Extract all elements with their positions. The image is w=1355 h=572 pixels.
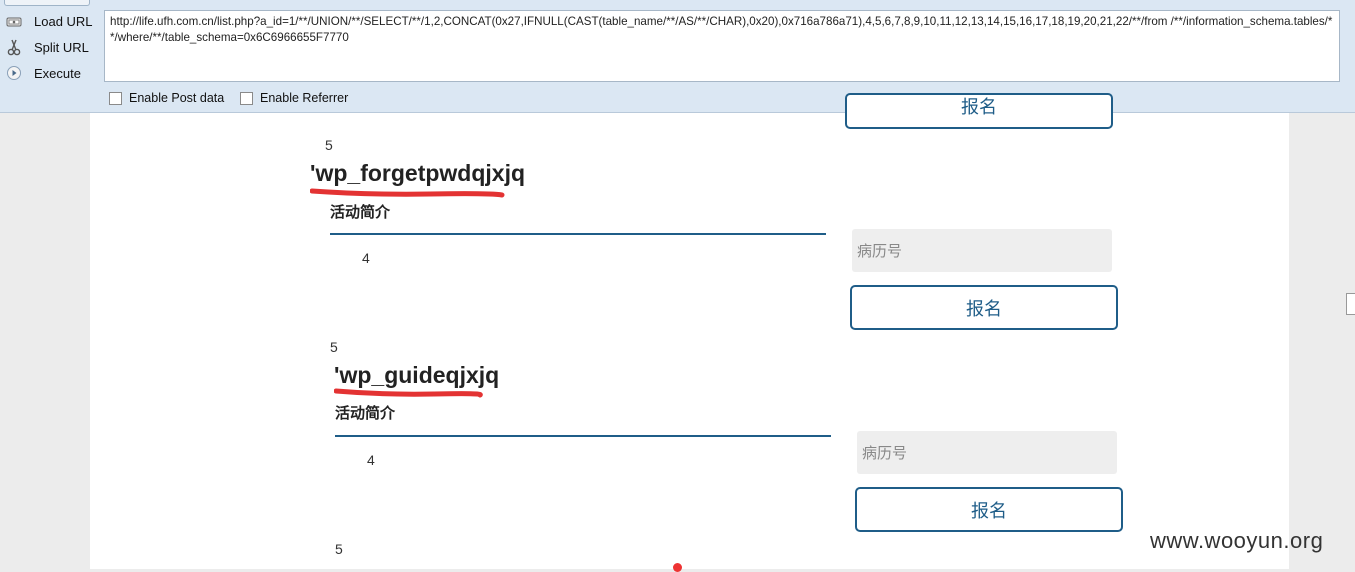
checkbox-box[interactable] xyxy=(240,91,253,105)
signup-button-label: 报名 xyxy=(971,500,1007,522)
signup-button[interactable]: 报名 xyxy=(855,487,1123,532)
enable-referrer-checkbox[interactable]: Enable Referrer xyxy=(240,91,348,105)
checkbox-box[interactable] xyxy=(109,91,122,105)
web-page: 报名 5 'wp_forgetpwdqjxjq 活动简介 4 病历号 报名 5 … xyxy=(90,93,1289,569)
execute-label: Execute xyxy=(34,65,81,81)
watermark: www.wooyun.org xyxy=(1150,528,1324,553)
enable-post-label: Enable Post data xyxy=(129,91,225,105)
item-title[interactable]: 'wp_guideqjxjq xyxy=(334,362,499,389)
hackbar-toolbar: Load URL Split URL Execute http://life.u… xyxy=(0,0,1355,113)
red-annotation-mark xyxy=(673,563,682,572)
signup-button-label: 报名 xyxy=(966,298,1002,320)
load-url-icon xyxy=(5,12,23,30)
execute-button[interactable]: Execute xyxy=(2,61,98,85)
divider-line xyxy=(335,435,831,437)
split-url-button[interactable]: Split URL xyxy=(2,35,98,59)
record-number-input[interactable]: 病历号 xyxy=(852,229,1112,272)
item-subtitle: 活动简介 xyxy=(335,404,396,422)
item-subtitle: 活动简介 xyxy=(330,203,391,221)
record-number-placeholder: 病历号 xyxy=(862,444,908,462)
enable-post-checkbox[interactable]: Enable Post data xyxy=(109,91,224,105)
divider-line xyxy=(330,233,826,235)
record-number-placeholder: 病历号 xyxy=(857,242,903,260)
item-title[interactable]: 'wp_forgetpwdqjxjq xyxy=(310,160,525,187)
scissors-icon xyxy=(5,38,23,56)
enable-referrer-label: Enable Referrer xyxy=(260,91,349,105)
toolbar-tab-edge xyxy=(4,0,90,6)
item-count: 4 xyxy=(367,452,375,468)
red-annotation-underline xyxy=(310,188,505,198)
record-number-input[interactable]: 病历号 xyxy=(857,431,1117,474)
item-count: 4 xyxy=(362,250,370,266)
item-number: 5 xyxy=(330,339,338,355)
split-url-label: Split URL xyxy=(34,39,89,55)
load-url-button[interactable]: Load URL xyxy=(2,9,98,33)
signup-button[interactable]: 报名 xyxy=(850,285,1118,330)
item-number: 5 xyxy=(335,541,343,557)
play-icon xyxy=(5,64,23,82)
signup-button[interactable]: 报名 xyxy=(845,93,1113,129)
page-scroll-handle[interactable] xyxy=(1346,293,1355,315)
signup-button-label: 报名 xyxy=(961,97,997,118)
item-number: 5 xyxy=(325,137,333,153)
url-textarea[interactable]: http://life.ufh.com.cn/list.php?a_id=1/*… xyxy=(104,10,1340,82)
load-url-label: Load URL xyxy=(34,13,93,29)
